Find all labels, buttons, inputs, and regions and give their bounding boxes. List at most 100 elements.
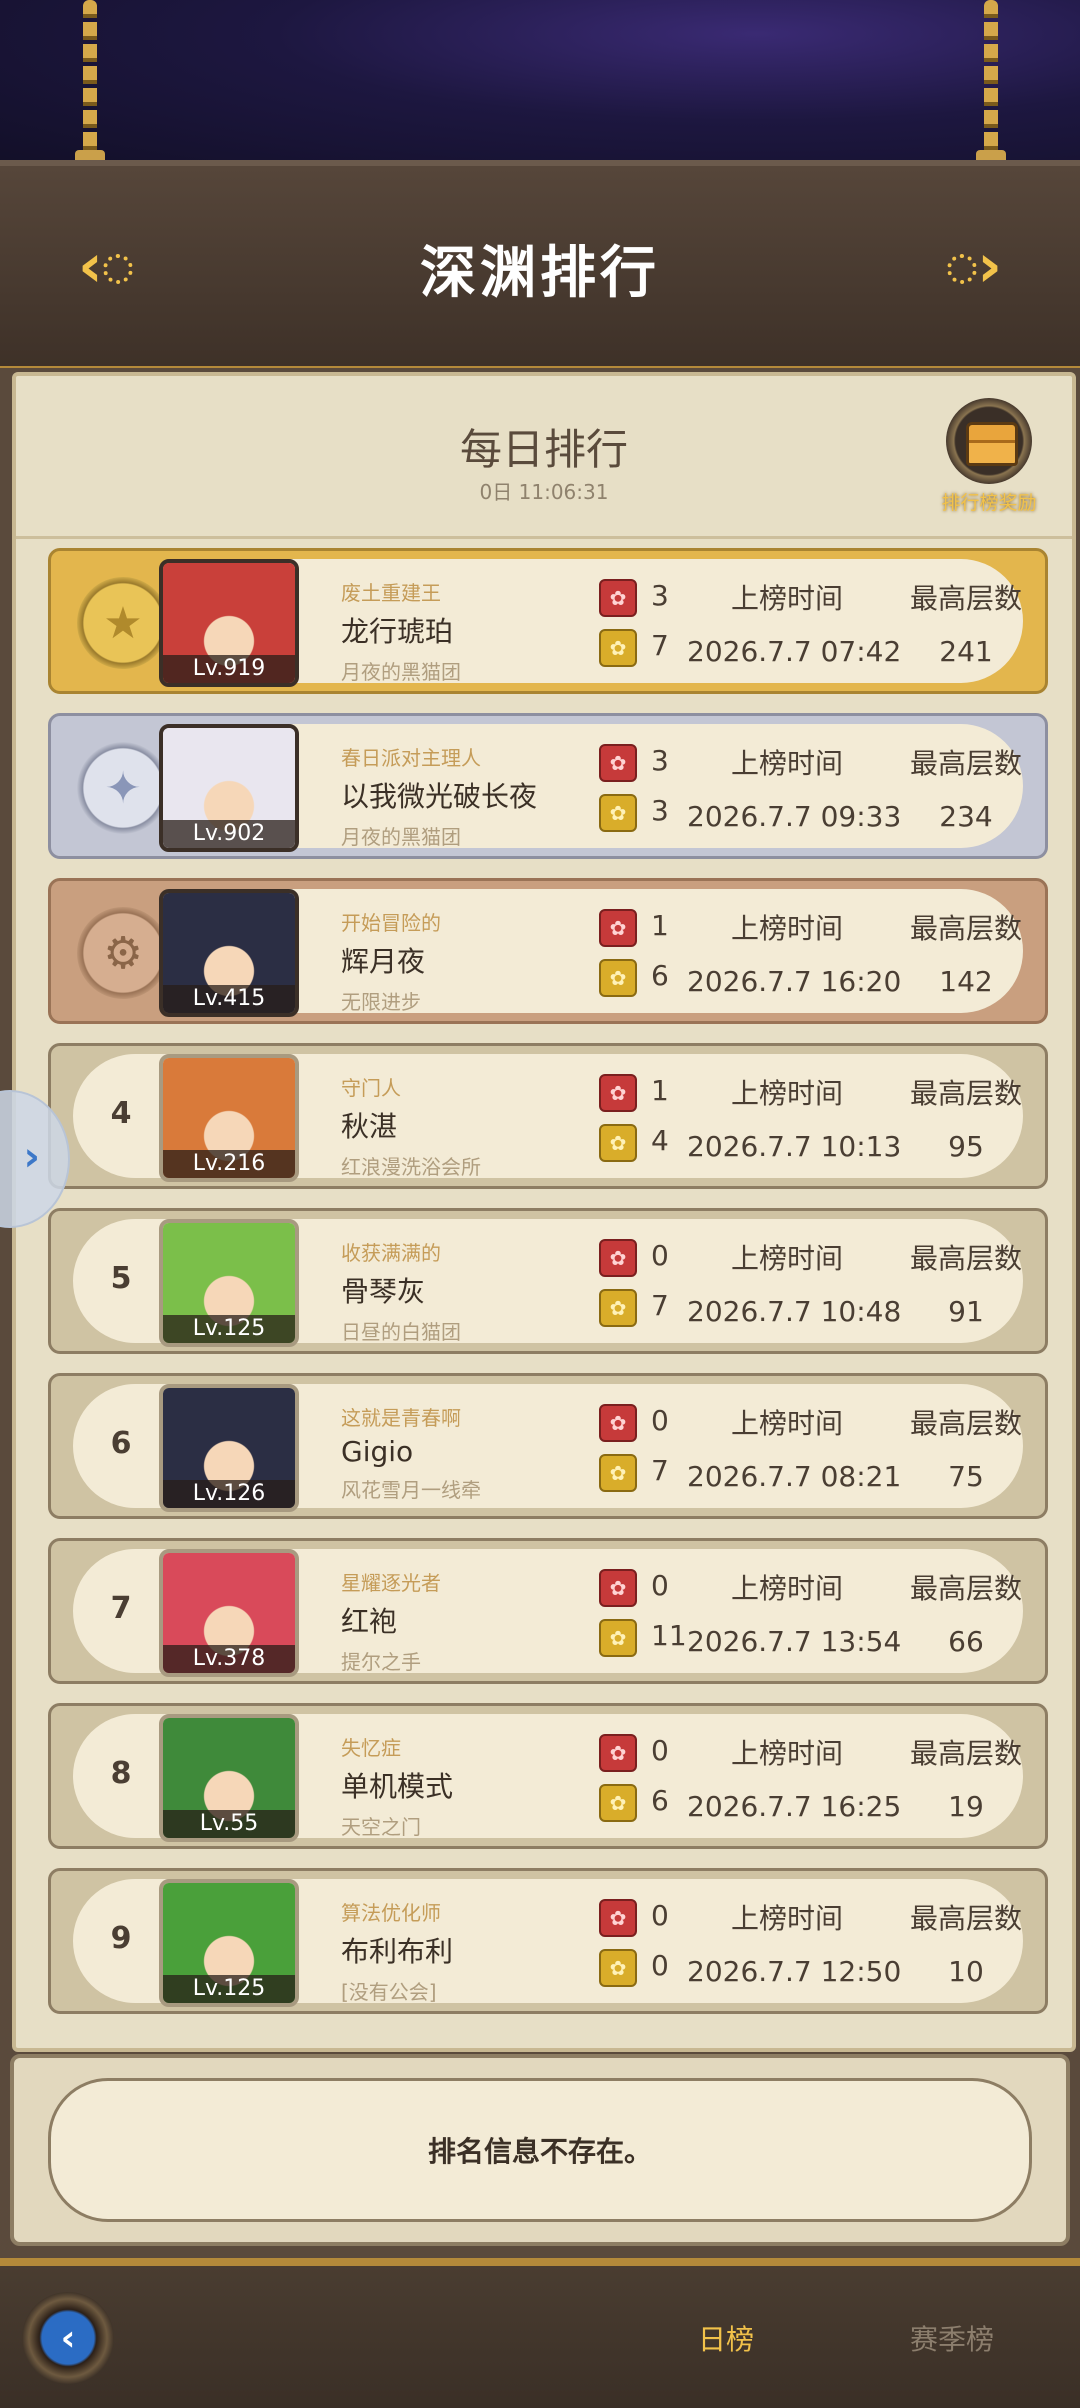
player-name: 龙行琥珀: [341, 615, 454, 648]
player-name: 布利布利: [341, 1935, 454, 1968]
list-time-label: 上榜时间: [730, 747, 843, 780]
ranking-row[interactable]: 5 Lv.125 收获满满的 骨琴灰 日昼的白猫团 ✿ 0 ✿ 7 上榜时间 2…: [48, 1208, 1048, 1354]
red-item-counter: ✿ 3: [599, 744, 689, 782]
max-floor-column: 最高层数 91: [891, 1237, 1041, 1328]
avatar[interactable]: Lv.125: [159, 1219, 299, 1347]
red-item-counter: ✿ 1: [599, 909, 689, 947]
chevron-right-icon: ›: [23, 1134, 40, 1180]
avatar[interactable]: Lv.125: [159, 1879, 299, 2007]
ranking-row[interactable]: 9 Lv.125 算法优化师 布利布利 [没有公会] ✿ 0 ✿ 0 上榜时间 …: [48, 1868, 1048, 2014]
list-time-label: 上榜时间: [730, 1572, 843, 1605]
player-level: Lv.415: [163, 985, 295, 1013]
yellow-item-count: 6: [651, 959, 669, 992]
player-guild: 风花雪月一线牵: [341, 1478, 481, 1502]
ranking-reward-button[interactable]: 排行榜奖励: [934, 398, 1044, 514]
player-title: 开始冒险的: [341, 911, 441, 935]
player-name: 红袍: [341, 1605, 398, 1638]
max-floor-label: 最高层数: [909, 1572, 1022, 1605]
ranking-row[interactable]: 7 Lv.378 星耀逐光者 红袍 提尔之手 ✿ 0 ✿ 11 上榜时间 202…: [48, 1538, 1048, 1684]
avatar[interactable]: Lv.378: [159, 1549, 299, 1677]
player-title: 废土重建王: [341, 581, 441, 605]
player-guild: [没有公会]: [341, 1980, 437, 2004]
footer-bar: ‹ 日榜 赛季榜: [0, 2258, 1080, 2408]
starry-background: [0, 0, 1080, 170]
player-info: 算法优化师 布利布利 [没有公会]: [341, 1897, 581, 2005]
red-item-count: 0: [651, 1404, 669, 1437]
ranking-row[interactable]: 8 Lv.55 失忆症 单机模式 天空之门 ✿ 0 ✿ 6 上榜时间 2026.…: [48, 1703, 1048, 1849]
back-button[interactable]: ‹: [22, 2292, 114, 2384]
max-floor-column: 最高层数 95: [891, 1072, 1041, 1163]
max-floor-label: 最高层数: [909, 1407, 1022, 1440]
rank-number: 6: [110, 1426, 132, 1461]
avatar[interactable]: Lv.216: [159, 1054, 299, 1182]
player-guild: 天空之门: [341, 1815, 421, 1839]
red-item-count: 3: [651, 744, 669, 777]
ranking-row[interactable]: 4 Lv.216 守门人 秋湛 红浪漫洗浴会所 ✿ 1 ✿ 4 上榜时间 202…: [48, 1043, 1048, 1189]
list-time-column: 上榜时间 2026.7.7 16:25: [687, 1732, 902, 1823]
avatar[interactable]: Lv.126: [159, 1384, 299, 1512]
player-guild: 无限进步: [341, 990, 421, 1014]
ranking-row[interactable]: 6 Lv.126 这就是青春啊 Gigio 风花雪月一线牵 ✿ 0 ✿ 7 上榜…: [48, 1373, 1048, 1519]
avatar[interactable]: Lv.919: [159, 559, 299, 687]
gold-flower-icon: ✿: [599, 629, 637, 667]
chevron-right-gear-icon: ›: [947, 231, 1002, 301]
gold-flower-icon: ✿: [599, 1949, 637, 1987]
max-floor-label: 最高层数: [909, 1737, 1022, 1770]
gold-medal-icon: ★: [77, 577, 169, 669]
tab-daily-ranking[interactable]: 日榜: [698, 2318, 754, 2358]
list-time-column: 上榜时间 2026.7.7 10:48: [687, 1237, 902, 1328]
rank-number: 8: [110, 1756, 132, 1791]
avatar[interactable]: Lv.902: [159, 724, 299, 852]
player-guild: 日昼的白猫团: [341, 1320, 461, 1344]
max-floor-value: 19: [948, 1790, 984, 1823]
rank-number: 7: [110, 1591, 132, 1626]
list-time-label: 上榜时间: [730, 582, 843, 615]
red-flower-icon: ✿: [599, 744, 637, 782]
max-floor-value: 75: [948, 1460, 984, 1493]
player-title: 星耀逐光者: [341, 1571, 441, 1595]
max-floor-column: 最高层数 234: [891, 742, 1041, 833]
avatar[interactable]: Lv.415: [159, 889, 299, 1017]
back-arrow-icon: ‹: [60, 2317, 76, 2359]
list-time-column: 上榜时间 2026.7.7 13:54: [687, 1567, 901, 1658]
player-name: 单机模式: [341, 1770, 454, 1803]
ranking-row[interactable]: ★ Lv.919 废土重建王 龙行琥珀 月夜的黑猫团 ✿ 3 ✿ 7 上榜时间 …: [48, 548, 1048, 694]
yellow-item-count: 7: [651, 629, 669, 662]
player-name: 辉月夜: [341, 945, 426, 978]
red-flower-icon: ✿: [599, 1239, 637, 1277]
max-floor-value: 142: [939, 965, 993, 998]
list-time-column: 上榜时间 2026.7.7 10:13: [687, 1072, 901, 1163]
list-time-label: 上榜时间: [730, 1737, 843, 1770]
avatar[interactable]: Lv.55: [159, 1714, 299, 1842]
red-flower-icon: ✿: [599, 1734, 637, 1772]
yellow-item-counter: ✿ 7: [599, 1289, 689, 1327]
red-item-count: 0: [651, 1569, 669, 1602]
max-floor-column: 最高层数 75: [891, 1402, 1041, 1493]
yellow-item-count: 3: [651, 794, 669, 827]
header-board: ‹ 深渊排行 ›: [0, 160, 1080, 374]
list-time-value: 2026.7.7 16:25: [687, 1790, 902, 1823]
tab-season-ranking[interactable]: 赛季榜: [910, 2318, 994, 2358]
max-floor-label: 最高层数: [909, 582, 1022, 615]
player-info: 失忆症 单机模式 天空之门: [341, 1732, 581, 1840]
red-flower-icon: ✿: [599, 1404, 637, 1442]
next-page-button[interactable]: ›: [912, 226, 1002, 306]
player-title: 守门人: [341, 1076, 401, 1100]
list-time-value: 2026.7.7 12:50: [687, 1955, 902, 1988]
daily-ranking-title: 每日排行: [459, 425, 628, 474]
my-rank-message: 排名信息不存在。: [48, 2078, 1032, 2222]
red-item-counter: ✿ 0: [599, 1404, 689, 1442]
player-info: 开始冒险的 辉月夜 无限进步: [341, 907, 581, 1015]
silver-medal-icon: ✦: [77, 742, 169, 834]
list-time-label: 上榜时间: [730, 1077, 843, 1110]
player-title: 算法优化师: [341, 1901, 441, 1925]
player-name: 骨琴灰: [341, 1275, 426, 1308]
list-time-label: 上榜时间: [730, 1407, 843, 1440]
ranking-row[interactable]: ⚙ Lv.415 开始冒险的 辉月夜 无限进步 ✿ 1 ✿ 6 上榜时间 202…: [48, 878, 1048, 1024]
player-level: Lv.378: [163, 1645, 295, 1673]
player-info: 星耀逐光者 红袍 提尔之手: [341, 1567, 581, 1675]
ranking-row[interactable]: ✦ Lv.902 春日派对主理人 以我微光破长夜 月夜的黑猫团 ✿ 3 ✿ 3 …: [48, 713, 1048, 859]
gold-flower-icon: ✿: [599, 1784, 637, 1822]
player-level: Lv.919: [163, 655, 295, 683]
list-time-value: 2026.7.7 10:48: [687, 1295, 902, 1328]
